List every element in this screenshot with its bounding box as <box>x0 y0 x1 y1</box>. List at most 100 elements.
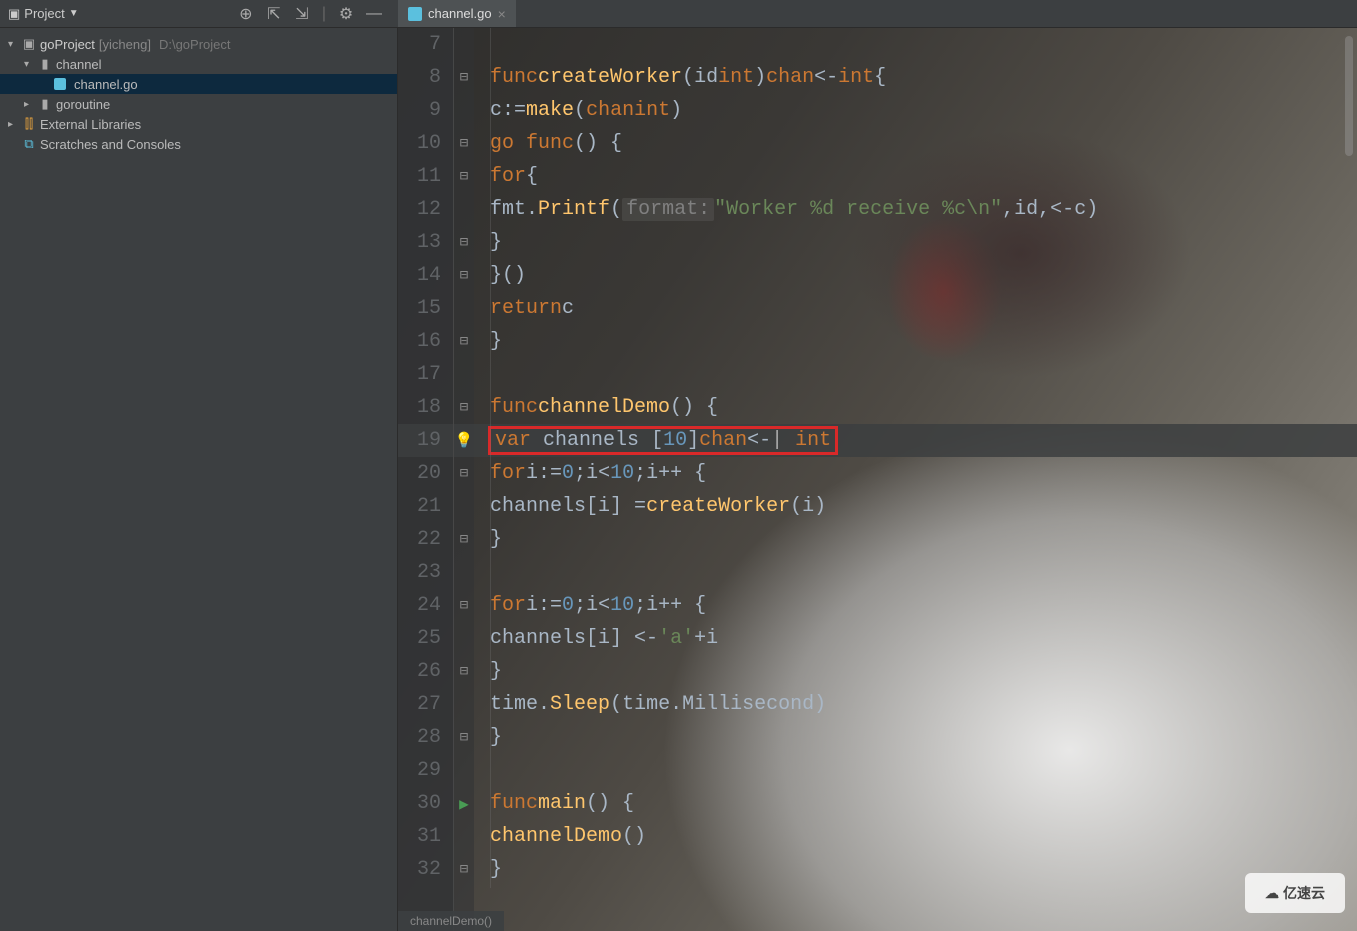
code-line[interactable]: fmt.Printf( format: "Worker %d receive %… <box>474 193 1357 226</box>
gutter-marker[interactable]: 💡 <box>454 424 474 457</box>
code-line[interactable] <box>474 358 1357 391</box>
scrollbar-thumb[interactable] <box>1345 36 1353 156</box>
hide-icon[interactable]: — <box>366 6 382 22</box>
project-tool-button[interactable]: ▣ Project ▼ <box>8 6 79 22</box>
chevron-right-icon[interactable]: ▸ <box>8 119 18 130</box>
fold-marker-gutter[interactable]: ⊟ ⊟ ⊟ ⊟ ⊟ ⊟ ⊟ 💡 ⊟ ⊟ ⊟ ⊟ ⊟ ▶ ⊟ <box>454 28 474 931</box>
code-line[interactable]: time.Sleep(time.Millisecond) <box>474 688 1357 721</box>
code-line[interactable]: c := make(chan int) <box>474 94 1357 127</box>
chevron-down-icon[interactable]: ▾ <box>8 39 18 50</box>
run-icon[interactable]: ▶ <box>459 794 469 814</box>
line-number[interactable]: 13 <box>398 226 453 259</box>
line-number[interactable]: 8 <box>398 61 453 94</box>
code-line[interactable]: } <box>474 853 1357 886</box>
locate-icon[interactable]: ⊕ <box>238 6 254 22</box>
fold-icon[interactable]: ⊟ <box>460 663 468 680</box>
fold-icon[interactable]: ⊟ <box>460 69 468 86</box>
code-line[interactable]: } <box>474 655 1357 688</box>
tree-root[interactable]: ▾ ▣ goProject [yicheng] D:\goProject <box>0 34 397 54</box>
fold-icon[interactable]: ⊟ <box>460 234 468 251</box>
code-line[interactable]: } <box>474 523 1357 556</box>
gutter-marker[interactable]: ⊟ <box>454 325 474 358</box>
code-line[interactable]: } <box>474 721 1357 754</box>
fold-icon[interactable]: ⊟ <box>460 168 468 185</box>
code-line[interactable]: for i := 0; i < 10; i++ { <box>474 589 1357 622</box>
line-number[interactable]: 11 <box>398 160 453 193</box>
line-number[interactable]: 27 <box>398 688 453 721</box>
line-number[interactable]: 17 <box>398 358 453 391</box>
line-number[interactable]: 9 <box>398 94 453 127</box>
gutter-marker[interactable]: ⊟ <box>454 226 474 259</box>
code-area[interactable]: func createWorker(id int) chan<- int { c… <box>474 28 1357 931</box>
code-line[interactable]: for i := 0; i < 10; i++ { <box>474 457 1357 490</box>
code-line[interactable]: var channels [10]chan<-| int <box>474 424 1357 457</box>
tab-channel-go[interactable]: channel.go × <box>398 0 516 27</box>
line-number[interactable]: 32 <box>398 853 453 886</box>
code-line[interactable]: }() <box>474 259 1357 292</box>
gutter-marker[interactable]: ⊟ <box>454 589 474 622</box>
code-line[interactable]: channelDemo() <box>474 820 1357 853</box>
code-line[interactable]: return c <box>474 292 1357 325</box>
line-number[interactable]: 23 <box>398 556 453 589</box>
line-number[interactable]: 7 <box>398 28 453 61</box>
line-number[interactable]: 14 <box>398 259 453 292</box>
line-number[interactable]: 15 <box>398 292 453 325</box>
gutter-marker[interactable]: ▶ <box>454 787 474 820</box>
fold-icon[interactable]: ⊟ <box>460 267 468 284</box>
collapse-all-icon[interactable]: ⇱ <box>266 6 282 22</box>
line-number[interactable]: 26 <box>398 655 453 688</box>
line-number[interactable]: 30 <box>398 787 453 820</box>
intention-bulb-icon[interactable]: 💡 <box>455 431 474 450</box>
code-line[interactable] <box>474 754 1357 787</box>
fold-icon[interactable]: ⊟ <box>460 729 468 746</box>
tree-scratches[interactable]: ⧉ Scratches and Consoles <box>0 134 397 154</box>
line-number[interactable]: 16 <box>398 325 453 358</box>
gutter-marker[interactable]: ⊟ <box>454 259 474 292</box>
fold-icon[interactable]: ⊟ <box>460 861 468 878</box>
fold-icon[interactable]: ⊟ <box>460 597 468 614</box>
line-number[interactable]: 29 <box>398 754 453 787</box>
expand-all-icon[interactable]: ⇲ <box>294 6 310 22</box>
gutter-marker[interactable]: ⊟ <box>454 721 474 754</box>
gutter-marker[interactable]: ⊟ <box>454 457 474 490</box>
line-number[interactable]: 22 <box>398 523 453 556</box>
line-number[interactable]: 28 <box>398 721 453 754</box>
line-number[interactable]: 10 <box>398 127 453 160</box>
code-line[interactable]: for { <box>474 160 1357 193</box>
gutter-marker[interactable]: ⊟ <box>454 391 474 424</box>
tree-row-channel[interactable]: ▾ ▮ channel <box>0 54 397 74</box>
code-line[interactable]: func main() { <box>474 787 1357 820</box>
line-number[interactable]: 18 <box>398 391 453 424</box>
line-number[interactable]: 20 <box>398 457 453 490</box>
close-tab-icon[interactable]: × <box>498 6 506 22</box>
tree-external-libraries[interactable]: ▸ ⫿⫿ External Libraries <box>0 114 397 134</box>
code-line[interactable]: } <box>474 226 1357 259</box>
line-number-gutter[interactable]: 7891011121314151617181920212223242526272… <box>398 28 454 931</box>
code-line[interactable]: channels[i] <- 'a' + i <box>474 622 1357 655</box>
fold-icon[interactable]: ⊟ <box>460 135 468 152</box>
breadcrumb-bar[interactable]: channelDemo() <box>398 911 504 931</box>
code-line[interactable] <box>474 28 1357 61</box>
line-number[interactable]: 25 <box>398 622 453 655</box>
chevron-down-icon[interactable]: ▾ <box>24 59 34 70</box>
tree-row-goroutine[interactable]: ▸ ▮ goroutine <box>0 94 397 114</box>
gutter-marker[interactable]: ⊟ <box>454 61 474 94</box>
line-number[interactable]: 19 <box>398 424 453 457</box>
line-number[interactable]: 12 <box>398 193 453 226</box>
gutter-marker[interactable]: ⊟ <box>454 127 474 160</box>
chevron-right-icon[interactable]: ▸ <box>24 99 34 110</box>
gutter-marker[interactable]: ⊟ <box>454 160 474 193</box>
code-editor[interactable]: 7891011121314151617181920212223242526272… <box>398 28 1357 931</box>
fold-icon[interactable]: ⊟ <box>460 465 468 482</box>
fold-icon[interactable]: ⊟ <box>460 399 468 416</box>
gutter-marker[interactable]: ⊟ <box>454 853 474 886</box>
vertical-scrollbar[interactable] <box>1345 28 1355 931</box>
line-number[interactable]: 24 <box>398 589 453 622</box>
code-line[interactable]: func channelDemo() { <box>474 391 1357 424</box>
gutter-marker[interactable]: ⊟ <box>454 523 474 556</box>
settings-icon[interactable]: ⚙ <box>338 6 354 22</box>
code-line[interactable] <box>474 556 1357 589</box>
fold-icon[interactable]: ⊟ <box>460 333 468 350</box>
tree-row-channel-go[interactable]: channel.go <box>0 74 397 94</box>
code-line[interactable]: } <box>474 325 1357 358</box>
